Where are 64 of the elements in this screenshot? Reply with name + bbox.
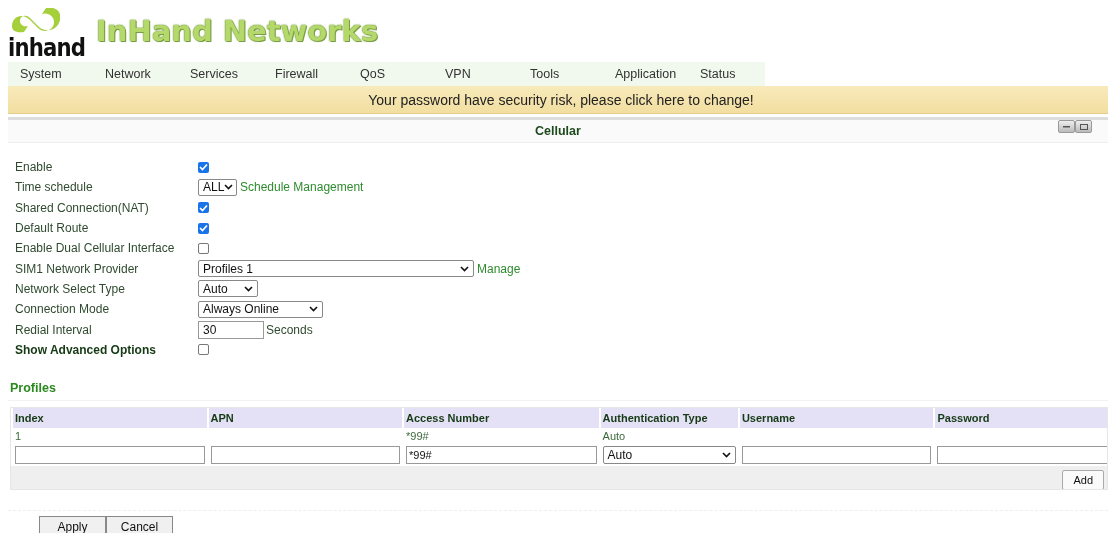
unit-label: Seconds (266, 322, 313, 337)
column-header: APN (208, 407, 403, 428)
checkbox[interactable] (198, 344, 209, 356)
maximize-button[interactable] (1075, 120, 1092, 133)
column-header: Password (935, 407, 1107, 428)
field-label: Connection Mode (15, 302, 111, 317)
minimize-button[interactable] (1058, 120, 1075, 133)
chevron-icon (721, 451, 731, 458)
select-field[interactable]: Auto (602, 445, 736, 464)
field-label: Shared Connection(NAT) (15, 200, 150, 215)
column-header: Index (13, 407, 207, 428)
table-cell-text: *99# (405, 428, 430, 444)
input-field[interactable] (741, 445, 932, 464)
input-field[interactable] (15, 445, 205, 464)
password-warning-link[interactable]: Your password have security risk, please click here to change! (368, 91, 754, 108)
column-header: Access Number (404, 407, 599, 428)
input-field[interactable] (210, 445, 401, 464)
column-header: Username (739, 407, 934, 428)
field-label: SIM1 Network Provider (15, 261, 140, 276)
nav-menu-item[interactable]: Tools (530, 67, 615, 81)
input-field[interactable] (937, 445, 1107, 464)
panel-title: Cellular (535, 124, 581, 138)
input-field[interactable]: 30 (198, 320, 264, 339)
form-button[interactable]: Cancel (106, 515, 173, 533)
select-field[interactable]: Auto (198, 280, 258, 298)
table-cell-text: Auto (601, 428, 627, 444)
field-label: Time schedule (15, 180, 94, 195)
select-field[interactable]: ALL (198, 178, 237, 196)
nav-menu-item[interactable]: VPN (445, 67, 530, 81)
add-button[interactable]: Add (1062, 469, 1104, 489)
field-label: Enable Dual Cellular Interface (15, 241, 176, 256)
field-label: Redial Interval (15, 322, 93, 337)
field-label: Show Advanced Options (15, 342, 157, 357)
table-cell-text: 1 (14, 428, 23, 444)
nav-menu-item[interactable]: QoS (360, 67, 445, 81)
nav-menu-item[interactable]: Application (615, 67, 700, 81)
site-title: InHand Networks (96, 14, 379, 48)
link[interactable]: Manage (477, 261, 521, 276)
minimize-icon (1063, 125, 1070, 128)
nav-menu-item[interactable]: Network (105, 67, 190, 81)
field-label: Default Route (15, 221, 90, 236)
form-button[interactable]: Apply (39, 515, 106, 533)
checkbox[interactable] (198, 202, 209, 214)
section-title: Profiles (8, 359, 1108, 401)
chevron-icon (460, 265, 469, 272)
checkbox[interactable] (198, 222, 209, 234)
chevron-icon (244, 285, 253, 292)
link[interactable]: Schedule Management (240, 180, 364, 195)
column-header: Authentication Type (600, 407, 738, 428)
checkbox[interactable] (198, 242, 209, 254)
checkbox[interactable] (198, 161, 209, 173)
maximize-icon (1079, 123, 1088, 130)
nav-menu-item[interactable]: Firewall (275, 67, 360, 81)
field-label: Network Select Type (15, 281, 126, 296)
select-field[interactable]: Always Online (198, 300, 323, 318)
input-field[interactable]: *99# (406, 445, 597, 464)
select-field[interactable]: Profiles 1 (198, 260, 474, 278)
field-label: Enable (15, 160, 54, 175)
chevron-icon (309, 306, 318, 313)
nav-menu-item[interactable]: System (20, 67, 105, 81)
logo-wordmark: inhand (8, 36, 86, 60)
chevron-icon (224, 184, 234, 191)
nav-menu-item[interactable]: Services (190, 67, 275, 81)
nav-menu-item[interactable]: Status (700, 67, 785, 81)
